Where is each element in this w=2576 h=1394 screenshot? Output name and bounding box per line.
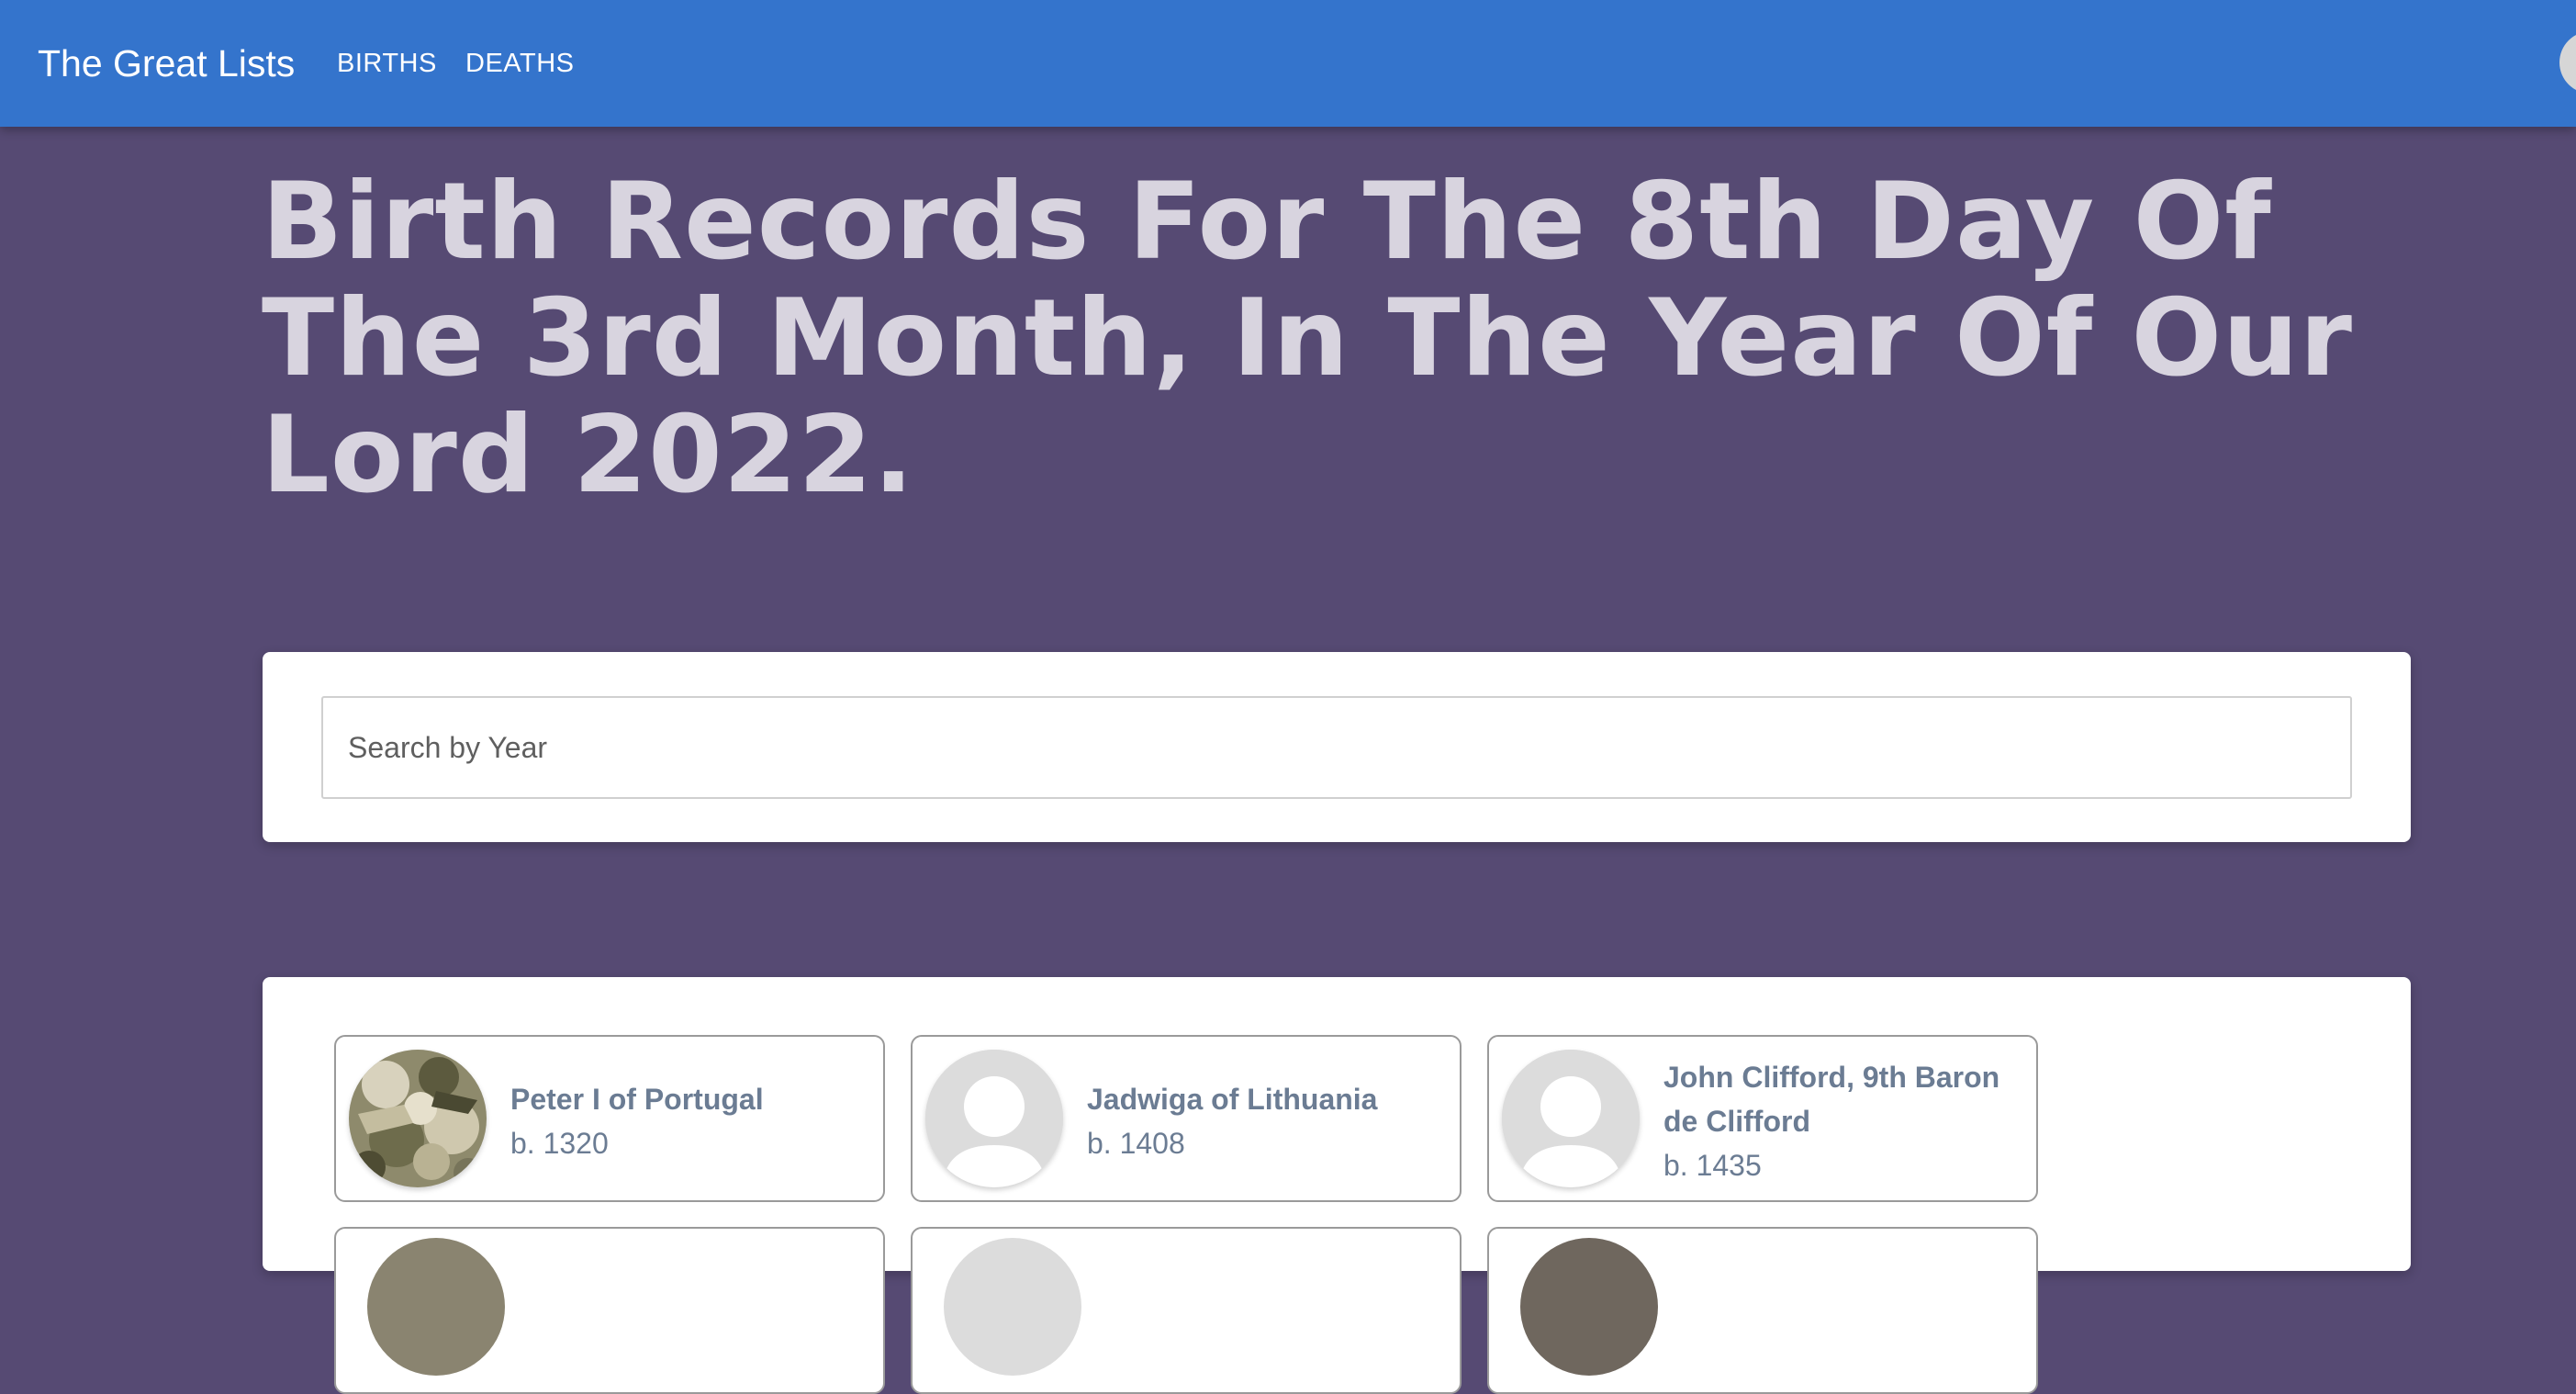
- person-birth-year: b. 1320: [510, 1127, 609, 1160]
- nav-link-deaths[interactable]: DEATHS: [465, 48, 574, 79]
- person-card[interactable]: [1487, 1227, 2038, 1394]
- avatar: [367, 1238, 505, 1376]
- person-card[interactable]: [334, 1227, 885, 1394]
- person-card[interactable]: [911, 1227, 1462, 1394]
- person-name: Peter I of Portugal: [510, 1083, 764, 1116]
- person-name: Jadwiga of Lithuania: [1087, 1083, 1378, 1116]
- person-birth-year: b. 1435: [1663, 1149, 1762, 1182]
- avatar: [1520, 1238, 1658, 1376]
- search-by-year-input[interactable]: [321, 696, 2352, 799]
- results-card: Peter I of Portugal b. 1320 Jadwiga of L…: [263, 977, 2411, 1394]
- page-title: Birth Records For The 8th Day Of The 3rd…: [262, 160, 2353, 517]
- user-avatar[interactable]: [2559, 31, 2576, 94]
- person-name: John Clifford, 9th Baron de Clifford: [1663, 1061, 2000, 1138]
- default-user-icon: [925, 1050, 1063, 1187]
- person-card[interactable]: Jadwiga of Lithuania b. 1408: [911, 1035, 1462, 1202]
- person-birth-year: b. 1408: [1087, 1127, 1185, 1160]
- default-user-icon: [1502, 1050, 1640, 1187]
- top-navbar: The Great Lists BIRTHS DEATHS: [0, 0, 2576, 127]
- avatar: [944, 1238, 1081, 1376]
- nav-link-births[interactable]: BIRTHS: [337, 48, 437, 79]
- person-card[interactable]: John Clifford, 9th Baron de Clifford b. …: [1487, 1035, 2038, 1202]
- search-card: [263, 652, 2411, 842]
- portrait-photo-icon: [349, 1050, 487, 1187]
- brand-title[interactable]: The Great Lists: [38, 39, 295, 88]
- person-card[interactable]: Peter I of Portugal b. 1320: [334, 1035, 885, 1202]
